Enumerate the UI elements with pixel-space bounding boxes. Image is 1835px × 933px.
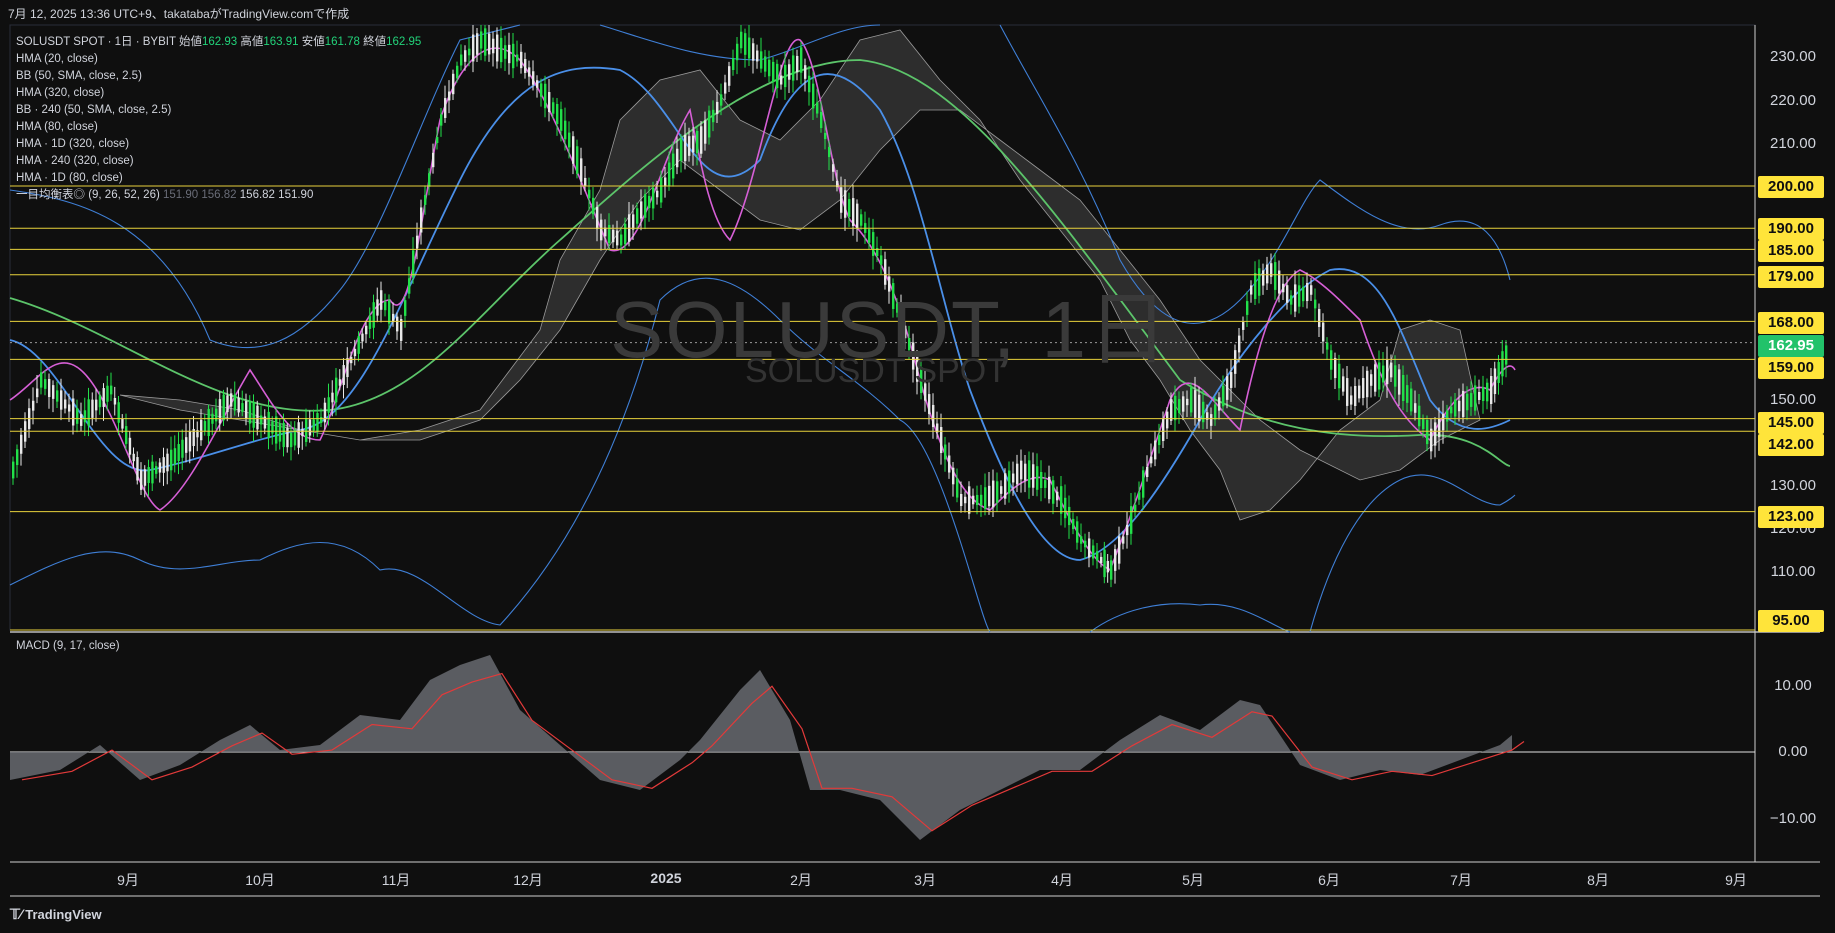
level-label-190[interactable]: 190.00 — [1758, 218, 1824, 240]
level-label-179[interactable]: 179.00 — [1758, 266, 1824, 288]
level-label-185[interactable]: 185.00 — [1758, 240, 1824, 262]
open-value: 162.93 — [201, 36, 238, 48]
macd-tick: 10.00 — [1774, 677, 1812, 694]
time-tick: 9月 — [117, 872, 139, 888]
indicator-list: HMA (20, close) BB (50, SMA, close, 2.5)… — [16, 51, 313, 204]
indicator-item[interactable]: BB (50, SMA, close, 2.5) — [16, 68, 313, 85]
level-label-142[interactable]: 142.00 — [1758, 434, 1824, 456]
time-tick: 5月 — [1182, 872, 1204, 888]
ichimoku-value: 151.90 — [278, 189, 314, 201]
price-tick: 230.00 — [1770, 48, 1816, 65]
current-price-label: 162.95 — [1758, 335, 1824, 357]
indicator-item[interactable]: HMA · 1D (80, close) — [16, 170, 313, 187]
macd-tick: 0.00 — [1778, 743, 1808, 760]
open-label: 始値 — [178, 36, 202, 48]
time-tick: 11月 — [381, 872, 411, 888]
time-tick: 12月 — [513, 872, 543, 888]
level-label-95[interactable]: 95.00 — [1758, 610, 1824, 632]
time-tick: 2025 — [650, 870, 682, 886]
price-tick: 210.00 — [1770, 135, 1816, 152]
exchange-watermark: SOLUSDT SPOT — [745, 352, 1007, 390]
price-tick: 150.00 — [1770, 391, 1816, 408]
time-tick: 8月 — [1587, 872, 1609, 888]
ichimoku-value: 151.90 — [163, 189, 199, 201]
time-tick: 2月 — [790, 872, 812, 888]
time-tick: 6月 — [1318, 872, 1340, 888]
time-tick: 10月 — [245, 872, 275, 888]
level-label-145[interactable]: 145.00 — [1758, 412, 1824, 434]
indicator-item[interactable]: HMA (80, close) — [16, 119, 313, 136]
high-value: 163.91 — [263, 36, 299, 48]
ichimoku-legend[interactable]: 一目均衡表◎ (9, 26, 52, 26) 151.90 156.82 156… — [16, 187, 313, 204]
macd-tick: −10.00 — [1769, 810, 1817, 827]
close-label: 終値 — [363, 36, 387, 48]
symbol-name: SOLUSDT SPOT · 1日 · BYBIT — [16, 36, 176, 48]
ichimoku-value: 156.82 — [201, 189, 237, 201]
time-tick: 3月 — [914, 872, 936, 888]
macd-legend[interactable]: MACD (9, 17, close) — [16, 640, 120, 652]
level-label-123[interactable]: 123.00 — [1758, 506, 1824, 528]
level-label-159[interactable]: 159.00 — [1758, 357, 1824, 379]
footer-brand: TradingView — [25, 907, 102, 922]
indicator-item[interactable]: HMA (20, close) — [16, 51, 313, 68]
high-label: 高値 — [240, 36, 264, 48]
tradingview-logo[interactable]: 𝕋⁄ TradingView — [10, 906, 102, 923]
indicator-item[interactable]: BB · 240 (50, SMA, close, 2.5) — [16, 102, 313, 119]
tradingview-icon: 𝕋⁄ — [10, 906, 23, 922]
indicator-item[interactable]: HMA · 240 (320, close) — [16, 153, 313, 170]
low-label: 安値 — [301, 36, 325, 48]
symbol-legend[interactable]: SOLUSDT SPOT · 1日 · BYBIT 始値162.93 高値163… — [16, 34, 421, 51]
time-tick: 7月 — [1450, 872, 1472, 888]
level-label-200[interactable]: 200.00 — [1758, 176, 1824, 198]
close-value: 162.95 — [386, 36, 422, 48]
ichimoku-value: 156.82 — [239, 189, 275, 201]
ichimoku-label: 一目均衡表◎ (9, 26, 52, 26) — [16, 189, 160, 201]
indicator-item[interactable]: HMA (320, close) — [16, 85, 313, 102]
indicator-item[interactable]: HMA · 1D (320, close) — [16, 136, 313, 153]
price-tick: 220.00 — [1770, 92, 1816, 109]
low-value: 161.78 — [324, 36, 360, 48]
time-tick: 9月 — [1725, 872, 1747, 888]
time-tick: 4月 — [1051, 872, 1073, 888]
price-tick: 110.00 — [1770, 563, 1816, 580]
price-tick: 130.00 — [1770, 477, 1816, 494]
level-label-168[interactable]: 168.00 — [1758, 312, 1824, 334]
